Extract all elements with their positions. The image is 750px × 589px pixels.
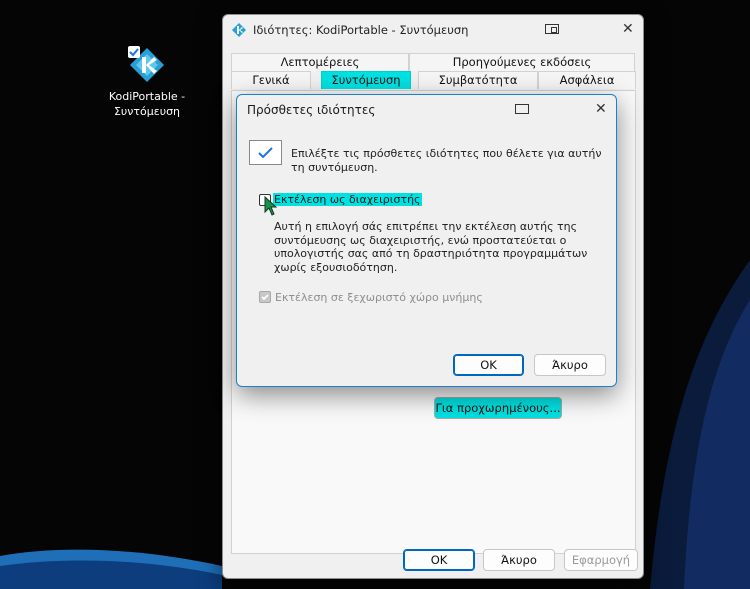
snap-layout-icon[interactable] xyxy=(545,24,559,34)
advanced-ok-button[interactable]: OK xyxy=(453,354,524,376)
properties-titlebar: Ιδιότητες: KodiPortable - Συντόμευση ✕ xyxy=(223,15,643,45)
run-as-admin-label[interactable]: Εκτέλεση ως διαχειριστής xyxy=(273,193,422,206)
kodi-shortcut-icon xyxy=(128,46,166,84)
tab-details[interactable]: Λεπτομέρειες xyxy=(231,53,409,71)
tab-compatibility[interactable]: Συμβατότητα xyxy=(418,71,538,89)
close-icon[interactable]: ✕ xyxy=(622,22,634,36)
desktop-shortcut[interactable]: KodiPortable - Συντόμευση xyxy=(92,46,202,119)
advanced-properties-dialog: Πρόσθετες ιδιότητες ✕ Επιλέξτε τις πρόσθ… xyxy=(236,94,617,387)
advanced-button[interactable]: Για προχωρημένους... xyxy=(434,397,562,419)
advanced-dialog-title: Πρόσθετες ιδιότητες xyxy=(247,103,376,117)
tab-shortcut[interactable]: Συντόμευση xyxy=(321,71,411,89)
desktop-shortcut-label: KodiPortable - Συντόμευση xyxy=(108,90,186,118)
ok-button[interactable]: OK xyxy=(403,549,475,571)
tab-general[interactable]: Γενικά xyxy=(231,71,311,89)
mouse-cursor-icon xyxy=(264,196,278,216)
apply-button[interactable]: Εφαρμογή xyxy=(564,549,638,571)
run-as-admin-help: Αυτή η επιλογή σάς επιτρέπει την εκτέλεσ… xyxy=(274,220,588,274)
separate-memory-label: Εκτέλεση σε ξεχωριστό χώρο μνήμης xyxy=(275,291,483,304)
tab-previous-versions[interactable]: Προηγούμενες εκδόσεις xyxy=(409,53,635,71)
snap-layout-icon[interactable] xyxy=(515,104,529,114)
advanced-description: Επιλέξτε τις πρόσθετες ιδιότητες που θέλ… xyxy=(291,147,602,174)
separate-memory-checkbox[interactable] xyxy=(259,291,271,303)
advanced-cancel-button[interactable]: Άκυρο xyxy=(534,354,606,376)
kodi-title-icon xyxy=(232,23,246,37)
cancel-button[interactable]: Άκυρο xyxy=(483,549,555,571)
properties-title: Ιδιότητες: KodiPortable - Συντόμευση xyxy=(253,23,469,37)
close-icon[interactable]: ✕ xyxy=(595,102,607,116)
checkmark-icon xyxy=(249,140,282,165)
tab-security[interactable]: Ασφάλεια xyxy=(538,71,636,89)
